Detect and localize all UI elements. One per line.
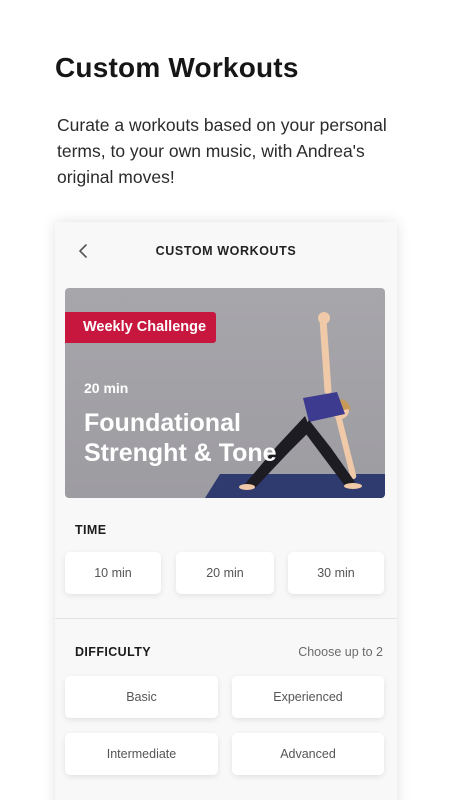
workout-duration: 20 min — [84, 380, 129, 396]
time-section-label: TIME — [75, 523, 107, 537]
difficulty-hint: Choose up to 2 — [298, 645, 383, 659]
time-option-30[interactable]: 30 min — [288, 552, 384, 594]
weekly-challenge-badge: Weekly Challenge — [65, 312, 217, 343]
time-option-20[interactable]: 20 min — [176, 552, 274, 594]
difficulty-option-basic[interactable]: Basic — [65, 676, 218, 718]
workout-title: Foundational Strenght & Tone — [84, 409, 277, 467]
time-option-10[interactable]: 10 min — [65, 552, 161, 594]
nav-title: CUSTOM WORKOUTS — [155, 244, 297, 258]
section-divider — [55, 618, 397, 619]
page-title: Custom Workouts — [55, 52, 299, 83]
page-description: Curate a workouts based on your personal… — [57, 115, 387, 187]
difficulty-option-experienced[interactable]: Experienced — [232, 676, 384, 718]
featured-workout-card[interactable]: Weekly Challenge 20 min Foundational Str… — [65, 288, 385, 498]
difficulty-section-label: DIFFICULTY — [75, 645, 151, 659]
difficulty-option-intermediate[interactable]: Intermediate — [65, 733, 218, 775]
nav-bar: CUSTOM WORKOUTS — [55, 222, 397, 282]
app-screen-preview: CUSTOM WORKOUTS Weekly Challenge 20 min … — [55, 222, 397, 800]
difficulty-option-advanced[interactable]: Advanced — [232, 733, 384, 775]
